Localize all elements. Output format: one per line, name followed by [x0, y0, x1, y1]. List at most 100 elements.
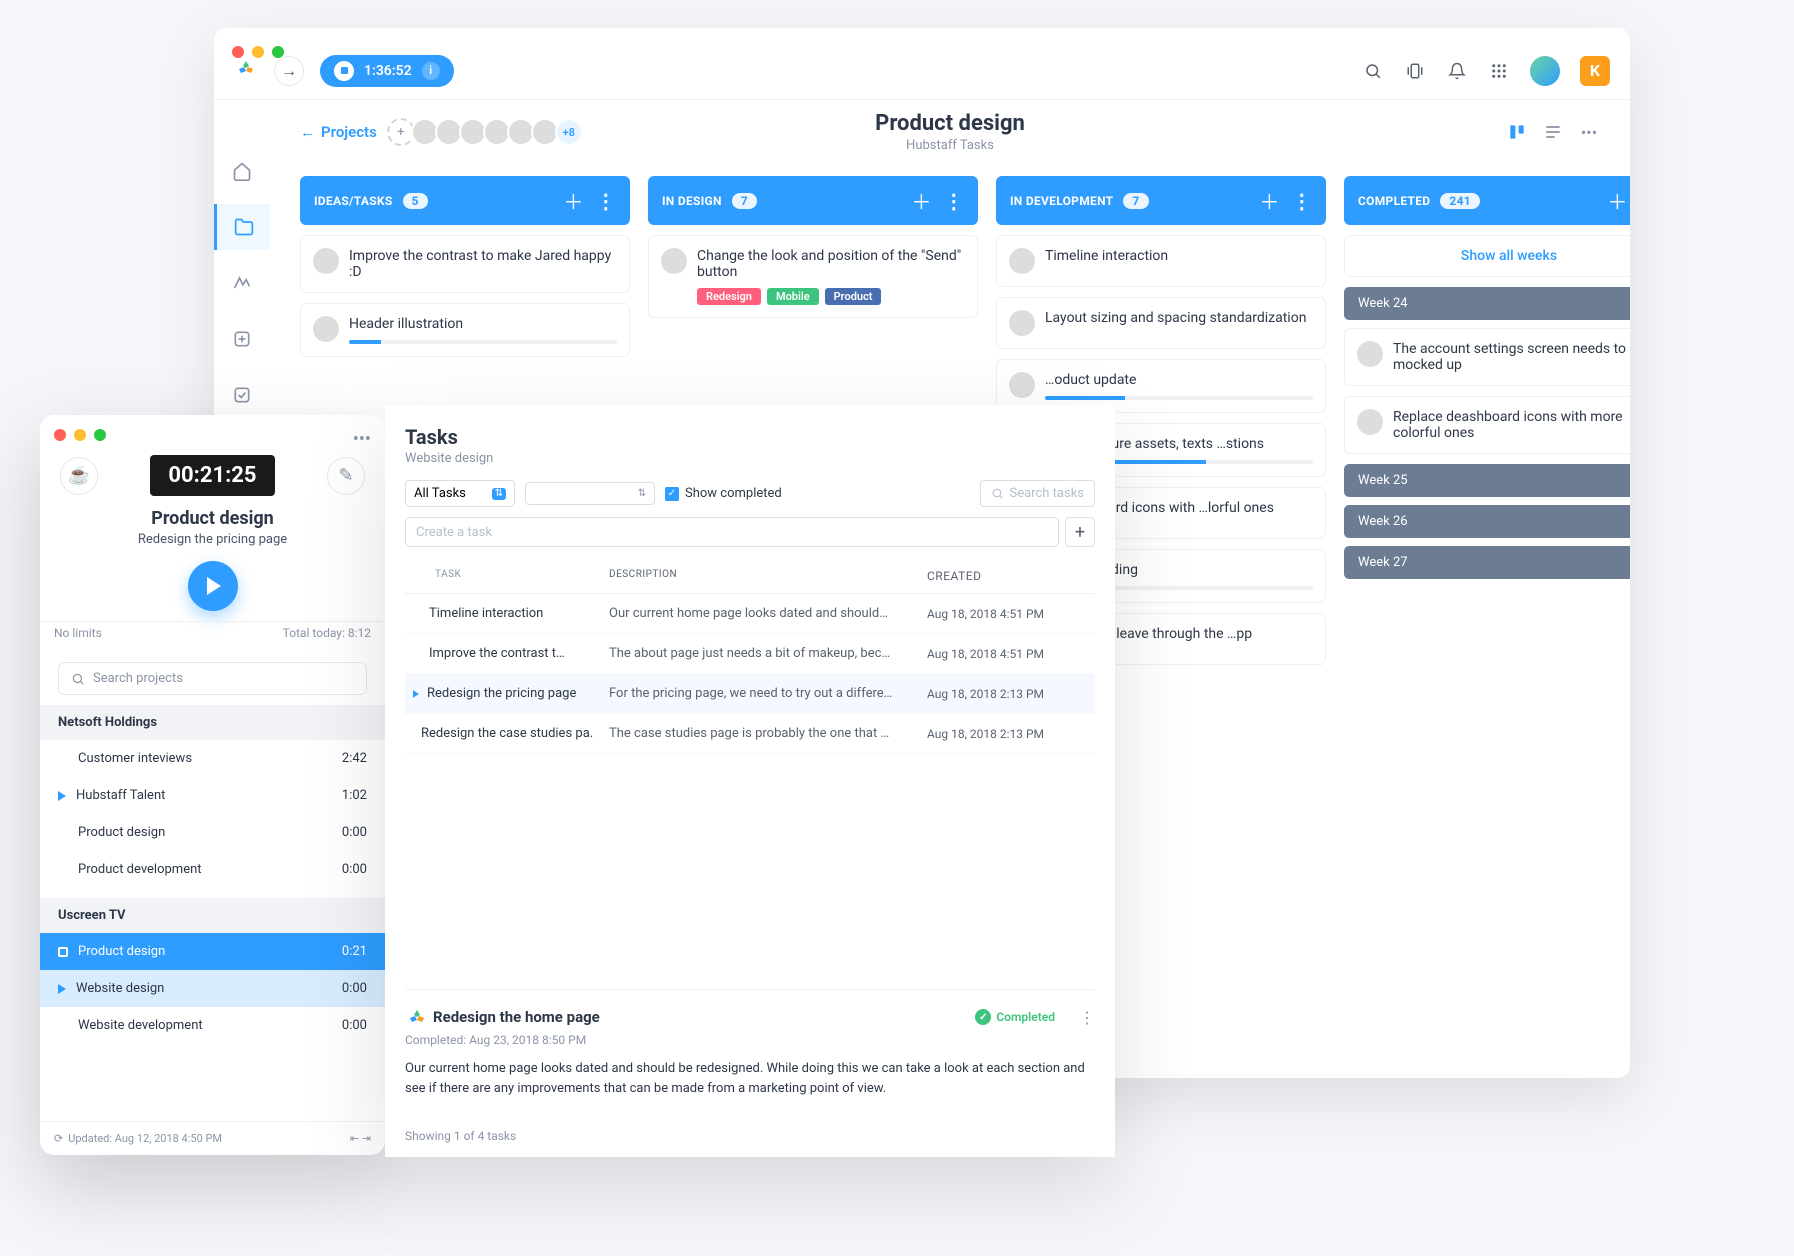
kanban-card[interactable]: Timeline interaction: [996, 235, 1326, 287]
more-icon[interactable]: •••: [1578, 121, 1600, 143]
show-completed-checkbox[interactable]: ✓ Show completed: [665, 486, 782, 501]
task-created: Aug 18, 2018 4:51 PM: [927, 647, 1087, 661]
rail-timesheets[interactable]: [214, 316, 270, 362]
kanban-card[interactable]: The account settings screen needs to be …: [1344, 328, 1630, 386]
project-name: Website development: [78, 1018, 203, 1033]
tasks-title: Tasks: [405, 425, 1095, 449]
close-window[interactable]: [232, 46, 244, 58]
add-card-icon[interactable]: ＋: [563, 186, 583, 215]
card-text: Change the look and position of the "Sen…: [697, 248, 965, 280]
week-collapse[interactable]: Week 25▾: [1344, 464, 1630, 497]
project-item[interactable]: Hubstaff Talent1:02: [40, 777, 385, 814]
check-icon: ✓: [975, 1009, 991, 1025]
search-tasks-input[interactable]: Search tasks: [980, 480, 1096, 507]
copy-icon[interactable]: [1404, 60, 1426, 82]
search-projects-input[interactable]: Search projects: [58, 662, 367, 695]
user-avatar[interactable]: [1530, 56, 1560, 86]
rail-activity[interactable]: [214, 260, 270, 306]
tracker-footer: ⟳ Updated: Aug 12, 2018 4:50 PM ⇤ ⇥: [40, 1121, 385, 1155]
maximize-window[interactable]: [272, 46, 284, 58]
create-task-placeholder: Create a task: [416, 525, 492, 540]
tasks-rows: Timeline interaction Our current home pag…: [405, 594, 1095, 754]
minimize-window[interactable]: [252, 46, 264, 58]
info-icon[interactable]: i: [422, 62, 440, 80]
apps-icon[interactable]: [1488, 60, 1510, 82]
task-filter-select[interactable]: All Tasks ⇅: [405, 480, 515, 507]
kanban-card[interactable]: Replace deashboard icons with more color…: [1344, 396, 1630, 454]
kanban-card[interactable]: Improve the contrast to make Jared happy…: [300, 235, 630, 293]
edit-button[interactable]: ✎: [327, 457, 365, 495]
timer-pill[interactable]: 1:36:52 i: [320, 55, 454, 87]
column-menu-icon[interactable]: ⋮: [596, 189, 616, 213]
list-view-icon[interactable]: [1542, 121, 1564, 143]
task-row[interactable]: Timeline interaction Our current home pag…: [405, 594, 1095, 634]
breadcrumb-row: ← Projects + +8 Product design Hubstaff …: [270, 100, 1630, 164]
big-timer: 00:21:25: [150, 455, 274, 496]
collapse-icon[interactable]: ⇤ ⇥: [350, 1132, 371, 1145]
show-all-weeks-button[interactable]: Show all weeks: [1344, 235, 1630, 277]
status-label: Completed: [996, 1010, 1055, 1024]
total-today-label: Total today: 8:12: [283, 626, 371, 640]
task-filter-select-2[interactable]: ⇅: [525, 482, 655, 505]
kanban-card[interactable]: Change the look and position of the "Sen…: [648, 235, 978, 318]
project-name: Product design: [78, 825, 165, 840]
week-collapse[interactable]: Week 26▾: [1344, 505, 1630, 538]
nav-forward-button[interactable]: →: [274, 56, 304, 86]
card-text: Replace deashboard icons with more color…: [1393, 409, 1630, 441]
project-item[interactable]: Product design0:21: [40, 933, 385, 970]
create-task-input[interactable]: Create a task: [405, 517, 1059, 547]
column-count: 7: [1123, 193, 1148, 209]
task-description: The case studies page is probably the on…: [609, 726, 911, 741]
kanban-card[interactable]: Layout sizing and spacing standardizatio…: [996, 297, 1326, 349]
week-collapse[interactable]: Week 24▾: [1344, 287, 1630, 320]
task-name: Timeline interaction: [429, 606, 543, 621]
card-text: Timeline interaction: [1045, 248, 1313, 264]
tracker-task: Redesign the pricing page: [60, 532, 365, 547]
project-item[interactable]: Product design 0:00: [40, 814, 385, 851]
add-card-icon[interactable]: ＋: [1259, 186, 1279, 215]
add-card-icon[interactable]: ＋: [911, 186, 931, 215]
search-icon[interactable]: [1362, 60, 1384, 82]
card-label: Mobile: [767, 288, 819, 305]
stop-icon[interactable]: [334, 61, 354, 81]
add-task-button[interactable]: +: [1065, 517, 1095, 547]
project-item[interactable]: Customer inteviews2:42: [40, 740, 385, 777]
avatar: [1009, 310, 1035, 336]
task-row[interactable]: Redesign the pricing pageFor the pricing…: [405, 674, 1095, 714]
card-label: Redesign: [697, 288, 761, 305]
task-name: Improve the contrast t…: [429, 646, 565, 661]
task-row[interactable]: Redesign the case studies pa…The case st…: [405, 714, 1095, 754]
project-item[interactable]: Product development0:00: [40, 851, 385, 888]
no-limits-label: No limits: [54, 626, 102, 640]
back-button[interactable]: ← Projects: [300, 123, 377, 141]
project-group-header: Netsoft Holdings: [40, 705, 385, 740]
col-header-task: TASK: [413, 569, 593, 583]
task-row[interactable]: Improve the contrast t…The about page ju…: [405, 634, 1095, 674]
rail-projects[interactable]: [214, 204, 270, 250]
break-button[interactable]: ☕: [60, 457, 98, 495]
play-button[interactable]: [188, 561, 238, 611]
kanban-card[interactable]: Header illustration: [300, 303, 630, 357]
week-collapse[interactable]: Week 27▾: [1344, 546, 1630, 579]
tasks-footer: Showing 1 of 4 tasks: [405, 1119, 1095, 1143]
board-view-icon[interactable]: [1506, 121, 1528, 143]
column-header: COMPLETED241＋⋮: [1344, 176, 1630, 225]
task-description: Our current home page looks dated and sh…: [609, 606, 911, 621]
rail-todos[interactable]: [214, 372, 270, 418]
rail-home[interactable]: [214, 148, 270, 194]
filter-label: All Tasks: [414, 486, 466, 501]
column-menu-icon[interactable]: ⋮: [944, 189, 964, 213]
member-avatars[interactable]: + +8: [387, 118, 583, 146]
show-completed-label: Show completed: [685, 486, 782, 501]
task-created: Aug 18, 2018 2:13 PM: [927, 687, 1087, 701]
project-time: 0:00: [342, 825, 367, 840]
project-item[interactable]: Website design0:00: [40, 970, 385, 1007]
more-avatars[interactable]: +8: [555, 118, 583, 146]
org-badge[interactable]: K: [1580, 56, 1610, 86]
column-count: 7: [732, 193, 757, 209]
project-item[interactable]: Website development0:00: [40, 1007, 385, 1044]
bell-icon[interactable]: [1446, 60, 1468, 82]
task-detail-more-icon[interactable]: ⋮: [1079, 1008, 1095, 1027]
column-menu-icon[interactable]: ⋮: [1292, 189, 1312, 213]
add-card-icon[interactable]: ＋: [1607, 186, 1627, 215]
